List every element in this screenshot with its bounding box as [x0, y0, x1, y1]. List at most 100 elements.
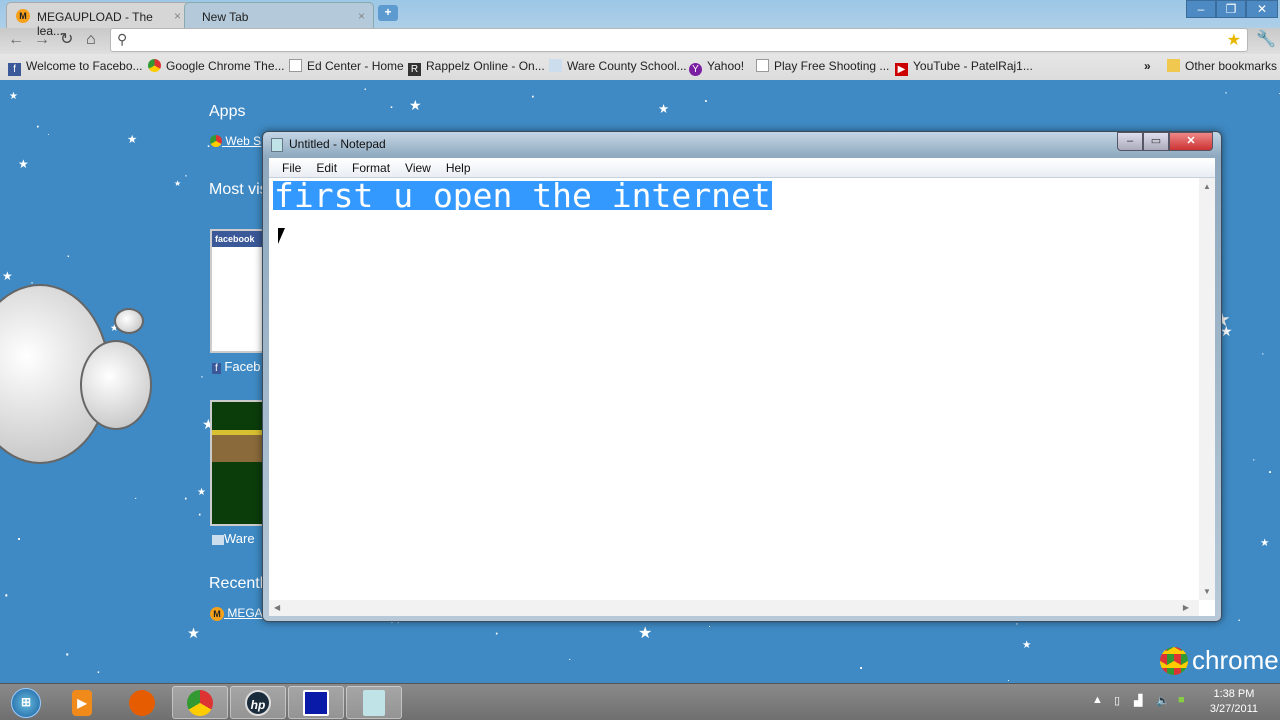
battery-icon[interactable]: ▯ [1114, 694, 1120, 707]
bookmark-play-free-shooting[interactable]: Play Free Shooting ... [756, 57, 889, 75]
clock-time: 1:38 PM [1213, 688, 1255, 700]
star-decoration: · [134, 493, 138, 504]
star-decoration: · [494, 624, 500, 642]
bookmark-youtube[interactable]: ▶ YouTube - PatelRaj1... [895, 57, 1033, 76]
horizontal-scrollbar[interactable]: ◀ ▶ [269, 600, 1199, 616]
notepad-minimize-button[interactable]: – [1117, 132, 1143, 151]
notepad-maximize-button[interactable]: ▭ [1143, 132, 1169, 151]
volume-muted-icon[interactable]: 🔈 [1156, 694, 1170, 707]
menu-view[interactable]: View [398, 158, 439, 177]
close-tab-icon[interactable]: × [174, 9, 181, 23]
rappelz-icon: R [408, 63, 421, 76]
thumbnail-label: Ware [224, 531, 255, 546]
bookmark-chrome-themes[interactable]: Google Chrome The... [148, 57, 285, 75]
star-decoration: · [47, 130, 50, 139]
close-tab-icon[interactable]: × [358, 9, 365, 23]
notepad-title: Untitled - Notepad [289, 137, 386, 151]
scroll-right-icon[interactable]: ▶ [1183, 603, 1189, 612]
tab-megaupload[interactable]: M MEGAUPLOAD - The lea... × [6, 2, 190, 38]
tab-label: New Tab [202, 10, 249, 24]
bookmark-label: YouTube - PatelRaj1... [913, 59, 1033, 73]
taskbar-remote-app[interactable] [288, 686, 344, 719]
text-editor[interactable]: first u open the internet ▲ ▼ ◀ ▶ [269, 178, 1215, 616]
chrome-icon [210, 135, 222, 147]
home-icon[interactable]: ⌂ [86, 29, 96, 51]
show-hidden-icons[interactable]: ▲ [1092, 694, 1103, 706]
menu-edit[interactable]: Edit [309, 158, 345, 177]
bookmark-label: Google Chrome The... [166, 59, 285, 73]
security-icon[interactable]: ■ [1178, 694, 1185, 706]
menu-format[interactable]: Format [345, 158, 398, 177]
back-icon[interactable]: ← [8, 29, 24, 51]
menu-bar: File Edit Format View Help [269, 158, 1215, 178]
wrench-icon[interactable]: 🔧 [1256, 29, 1276, 51]
minimize-button[interactable]: – [1186, 0, 1216, 18]
new-tab-button[interactable]: + [378, 5, 398, 21]
facebook-icon: f [212, 363, 221, 374]
network-icon[interactable]: ▟ [1134, 694, 1142, 707]
site-icon [212, 535, 224, 545]
browser-frame: M MEGAUPLOAD - The lea... × New Tab × + … [0, 0, 1280, 80]
bookmark-rappelz[interactable]: R Rappelz Online - On... [408, 57, 545, 76]
menu-file[interactable]: File [275, 158, 309, 177]
star-decoration: · [1252, 454, 1256, 466]
star-decoration: · [197, 505, 203, 523]
mushroom-icon [129, 689, 155, 716]
youtube-icon: ▶ [895, 63, 908, 76]
taskbar-hp[interactable]: hp [230, 686, 286, 719]
star-decoration: ★ [1260, 537, 1270, 549]
bookmark-facebook[interactable]: f Welcome to Facebo... [8, 57, 143, 76]
other-bookmarks[interactable]: Other bookmarks [1167, 57, 1277, 75]
thumbnail-label-facebook[interactable]: f Faceb [212, 359, 261, 374]
taskbar-media-player[interactable]: ▶ [54, 686, 110, 719]
chrome-icon [187, 689, 213, 716]
star-decoration: ★ [658, 102, 670, 116]
star-decoration: · [66, 247, 71, 263]
star-decoration: ★ [187, 626, 200, 642]
star-decoration: ★ [2, 270, 13, 283]
bookmark-ed-center[interactable]: Ed Center - Home [289, 57, 404, 75]
start-button[interactable]: ⊞ [0, 686, 52, 719]
vertical-scrollbar[interactable]: ▲ ▼ [1199, 178, 1215, 600]
star-decoration: · [184, 168, 188, 182]
thumbnail-label-ware[interactable]: Ware [212, 531, 255, 546]
taskbar-mushroom-app[interactable] [114, 686, 170, 719]
reload-icon[interactable]: ↻ [60, 29, 73, 51]
star-decoration: ★ [409, 97, 422, 113]
system-clock[interactable]: 1:38 PM 3/27/2011 [1210, 687, 1258, 717]
star-decoration: ★ [9, 91, 19, 102]
notepad-close-button[interactable]: ✕ [1169, 132, 1213, 151]
tab-new-tab[interactable]: New Tab × [184, 2, 374, 28]
bookmark-yahoo[interactable]: Y Yahoo! [689, 57, 744, 76]
selected-text[interactable]: first u open the internet [273, 179, 772, 212]
restore-button[interactable]: ❐ [1216, 0, 1246, 18]
star-decoration: · [530, 86, 536, 105]
scroll-down-icon[interactable]: ▼ [1199, 587, 1215, 596]
scroll-up-icon[interactable]: ▲ [1199, 178, 1215, 191]
bookmarks-overflow[interactable]: » [1144, 57, 1151, 75]
thumbnail-label: Faceb [224, 359, 261, 374]
star-decoration: ★ [1022, 639, 1032, 651]
web-store-link[interactable]: Web S [210, 134, 261, 148]
notepad-icon [271, 138, 283, 152]
bookmark-ware-county[interactable]: Ware County School... [549, 57, 687, 75]
star-decoration: · [64, 643, 71, 665]
star-decoration: · [1267, 461, 1273, 481]
yahoo-icon: Y [689, 63, 702, 76]
star-decoration: · [183, 489, 189, 507]
forward-icon[interactable]: → [34, 29, 50, 51]
taskbar-notepad[interactable] [346, 686, 402, 719]
thumbnail-ware[interactable] [210, 400, 270, 526]
bookmark-label: Welcome to Facebo... [26, 59, 143, 73]
page-icon [756, 59, 769, 72]
star-decoration: · [363, 81, 368, 96]
bookmark-star-icon[interactable]: ★ [1227, 30, 1241, 50]
thumbnail-facebook[interactable]: facebook [210, 229, 270, 353]
close-button[interactable]: ✕ [1246, 0, 1278, 18]
chrome-logo: chrome [1160, 645, 1279, 676]
omnibox[interactable]: ⚲ ★ [110, 28, 1248, 52]
menu-help[interactable]: Help [439, 158, 479, 177]
taskbar-chrome[interactable] [172, 686, 228, 719]
taskbar: ⊞ ▶ hp ▲ ▯ ▟ 🔈 ■ 1:38 PM 3/27/2011 [0, 683, 1280, 720]
scroll-left-icon[interactable]: ◀ [274, 603, 280, 612]
